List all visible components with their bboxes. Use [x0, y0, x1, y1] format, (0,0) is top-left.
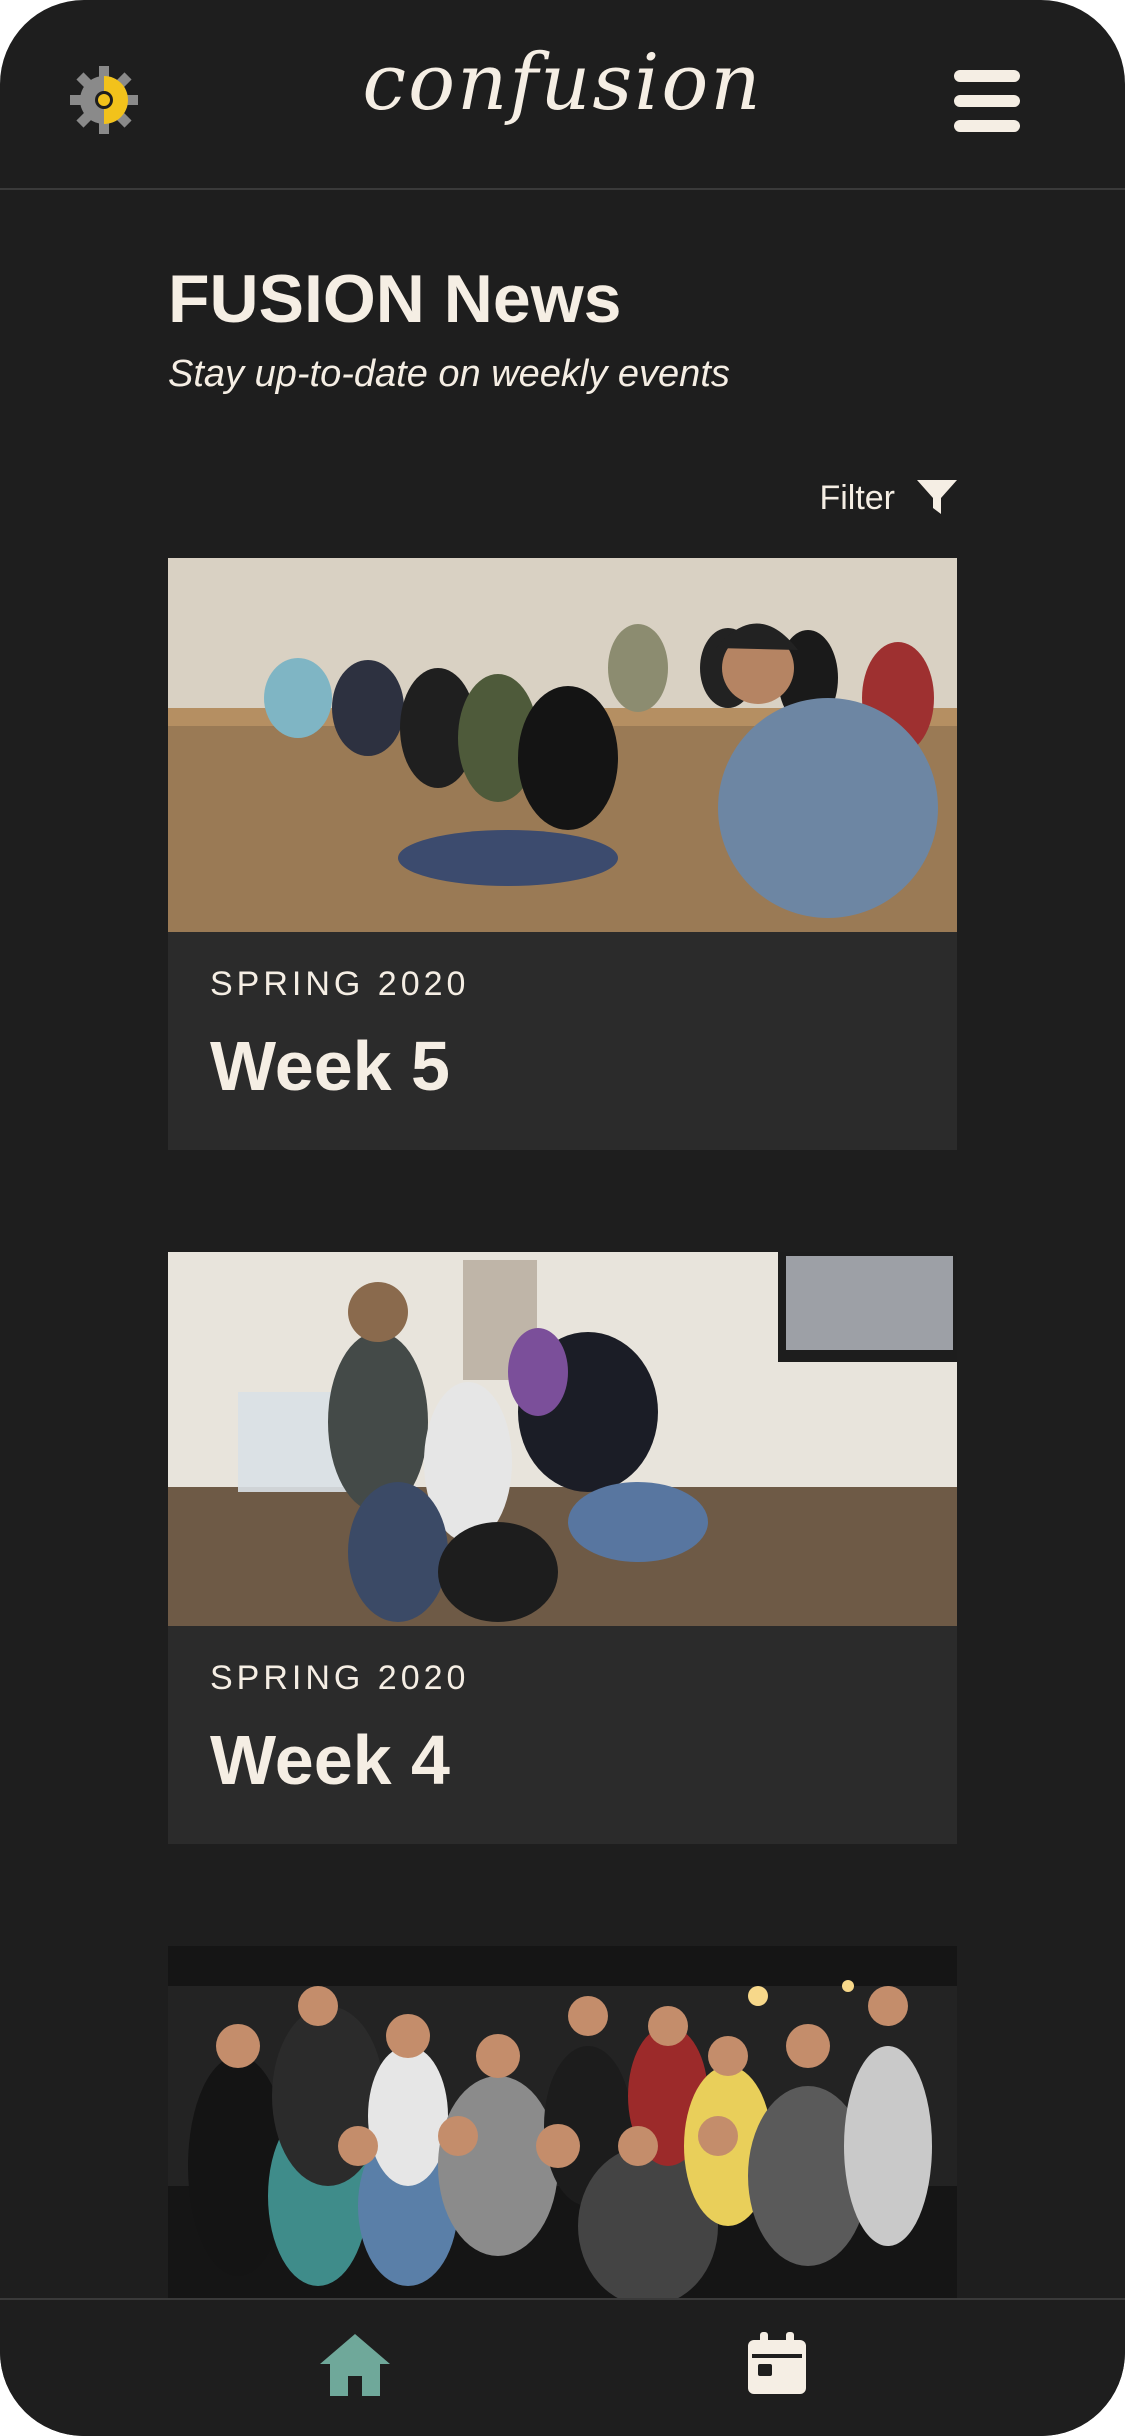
event-photo	[168, 1252, 957, 1626]
event-photo	[168, 1946, 957, 2320]
news-feed: SPRING 2020 Week 5 SPRING 2020 Week 4	[168, 558, 957, 2427]
event-photo	[168, 558, 957, 932]
app-header: confusion	[0, 0, 1125, 190]
card-body: SPRING 2020 Week 5	[168, 937, 957, 1150]
bottom-nav	[0, 2298, 1125, 2436]
hamburger-menu-icon[interactable]	[954, 70, 1020, 132]
card-season: SPRING 2020	[210, 965, 470, 1003]
card-season: SPRING 2020	[210, 1659, 470, 1697]
funnel-icon	[917, 480, 957, 514]
filter-button[interactable]: Filter	[819, 478, 959, 518]
card-body: SPRING 2020 Week 4	[168, 1631, 957, 1844]
page-heading: FUSION News Stay up-to-date on weekly ev…	[168, 262, 730, 396]
filter-label: Filter	[819, 478, 895, 517]
card-title: Week 5	[210, 1027, 450, 1105]
news-card[interactable]	[168, 1946, 957, 2325]
news-card[interactable]: SPRING 2020 Week 4	[168, 1252, 957, 1844]
card-title: Week 4	[210, 1721, 450, 1799]
home-icon[interactable]	[318, 2332, 392, 2398]
news-card[interactable]: SPRING 2020 Week 5	[168, 558, 957, 1150]
page-subtitle: Stay up-to-date on weekly events	[168, 352, 730, 395]
app-screen: confusion FUSION News Stay up-to-date on…	[0, 0, 1125, 2436]
calendar-icon[interactable]	[748, 2332, 806, 2394]
page-title: FUSION News	[168, 261, 622, 337]
